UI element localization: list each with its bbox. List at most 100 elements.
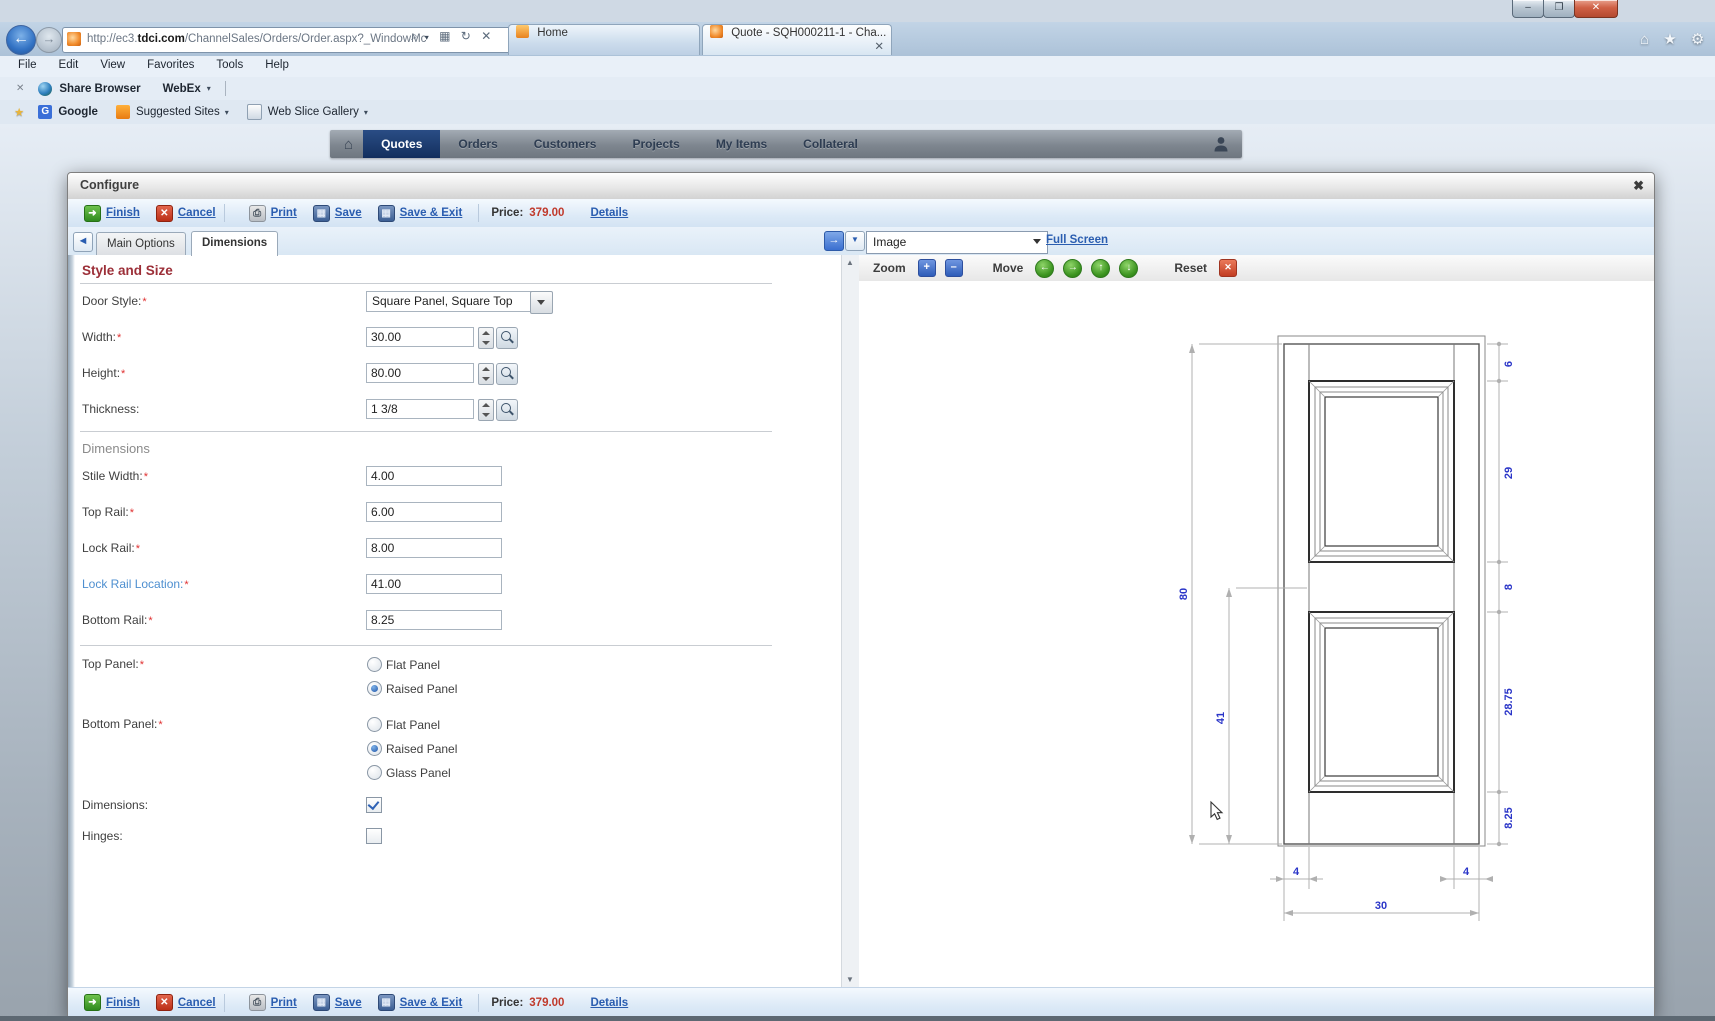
nav-item-collateral[interactable]: Collateral	[785, 130, 876, 158]
top-rail-input[interactable]	[366, 502, 502, 522]
dialog-close-icon[interactable]: ✖	[1633, 178, 1644, 194]
details-link[interactable]: Details	[590, 207, 628, 219]
reset-button[interactable]: ✕	[1219, 259, 1237, 277]
zoom-in-button[interactable]: +	[918, 259, 936, 277]
tab-back-icon[interactable]: ◄	[73, 232, 93, 252]
hinges-checkbox[interactable]	[366, 828, 382, 844]
height-input[interactable]	[366, 363, 474, 383]
bottom-panel-raised-radio[interactable]	[367, 741, 382, 756]
top-panel-flat-radio[interactable]	[367, 657, 382, 672]
tab-close-icon[interactable]: ✕	[874, 39, 884, 53]
print-button[interactable]: Print	[271, 207, 297, 219]
panel-dropdown-icon[interactable]: ▼	[845, 231, 865, 251]
search-icon[interactable]: ⌕	[411, 29, 418, 43]
cancel-button[interactable]: Cancel	[178, 207, 216, 219]
form-scrollbar[interactable]: ▲ ▼	[841, 255, 860, 987]
top-panel-raised-radio[interactable]	[367, 681, 382, 696]
panel-expand-icon[interactable]: →	[824, 231, 844, 251]
forward-button[interactable]: →	[36, 27, 62, 53]
stop-icon[interactable]: ✕	[481, 29, 491, 43]
view-mode-select[interactable]: Image	[866, 231, 1048, 254]
back-button[interactable]: ←	[6, 25, 36, 55]
user-profile-icon[interactable]	[1200, 130, 1242, 158]
thickness-input[interactable]	[366, 399, 474, 419]
tab-dimensions[interactable]: Dimensions	[191, 231, 278, 256]
finish-button-bottom[interactable]: Finish	[106, 997, 140, 1009]
search-dropdown-icon[interactable]: ▾	[425, 33, 429, 42]
compatibility-icon[interactable]: ▦	[439, 29, 450, 43]
height-label: Height:*	[82, 366, 125, 380]
menu-view[interactable]: View	[100, 59, 125, 71]
top-panel-raised-label[interactable]: Raised Panel	[386, 682, 457, 696]
bottom-panel-glass-label[interactable]: Glass Panel	[386, 766, 451, 780]
zoom-out-button[interactable]: –	[945, 259, 963, 277]
details-link-bottom[interactable]: Details	[590, 997, 628, 1009]
dimensions-checkbox[interactable]	[366, 797, 382, 813]
move-right-button[interactable]: →	[1063, 259, 1082, 278]
nav-home-icon[interactable]: ⌂	[330, 130, 363, 158]
tab-main-options[interactable]: Main Options	[96, 232, 186, 256]
finish-button[interactable]: Finish	[106, 207, 140, 219]
nav-item-customers[interactable]: Customers	[516, 130, 615, 158]
menu-tools[interactable]: Tools	[216, 59, 243, 71]
width-input[interactable]	[366, 327, 474, 347]
move-left-button[interactable]: ←	[1035, 259, 1054, 278]
save-exit-button[interactable]: Save & Exit	[400, 207, 463, 219]
scroll-up-icon[interactable]: ▲	[846, 258, 854, 267]
height-lookup-button[interactable]	[496, 363, 518, 385]
webex-button[interactable]: WebEx	[163, 83, 201, 95]
nav-item-my-items[interactable]: My Items	[698, 130, 785, 158]
window-minimize-button[interactable]: –	[1512, 0, 1544, 18]
lock-rail-location-input[interactable]	[366, 574, 502, 594]
thickness-spinner[interactable]	[478, 399, 494, 421]
favorite-suggested-sites[interactable]: Suggested Sites	[136, 106, 220, 118]
width-lookup-button[interactable]	[496, 327, 518, 349]
save-exit-button-bottom[interactable]: Save & Exit	[400, 997, 463, 1009]
bottom-panel-flat-radio[interactable]	[367, 717, 382, 732]
door-image-canvas[interactable]: 80 41 6 29 8 28.75 8.25 4 4 30	[859, 281, 1654, 987]
move-up-button[interactable]: ↑	[1091, 259, 1110, 278]
menu-file[interactable]: File	[18, 59, 37, 71]
width-spinner[interactable]	[478, 327, 494, 349]
save-button[interactable]: Save	[335, 207, 362, 219]
thickness-lookup-button[interactable]	[496, 399, 518, 421]
move-down-button[interactable]: ↓	[1119, 259, 1138, 278]
favorite-google[interactable]: Google	[58, 106, 98, 118]
refresh-icon[interactable]: ↻	[461, 29, 471, 43]
url-path: /ChannelSales/Orders/Order.aspx?_WindowM…	[185, 33, 427, 45]
favorites-star-icon[interactable]: ★	[1663, 31, 1676, 48]
favorite-web-slice-gallery[interactable]: Web Slice Gallery	[268, 106, 359, 118]
nav-item-orders[interactable]: Orders	[440, 130, 515, 158]
print-button-bottom[interactable]: Print	[271, 997, 297, 1009]
bottom-panel-flat-label[interactable]: Flat Panel	[386, 718, 440, 732]
bottom-panel-raised-label[interactable]: Raised Panel	[386, 742, 457, 756]
settings-gear-icon[interactable]: ⚙	[1691, 31, 1704, 48]
menu-edit[interactable]: Edit	[59, 59, 79, 71]
add-favorite-star-icon[interactable]: ★	[14, 105, 24, 119]
door-style-dropdown-button[interactable]	[530, 291, 553, 314]
lock-rail-location-label[interactable]: Lock Rail Location:*	[82, 577, 189, 591]
scroll-down-icon[interactable]: ▼	[846, 975, 854, 984]
menu-help[interactable]: Help	[265, 59, 289, 71]
top-panel-flat-label[interactable]: Flat Panel	[386, 658, 440, 672]
tab-home[interactable]: Home	[508, 24, 700, 55]
toolbar-close-icon[interactable]: ✕	[16, 83, 24, 94]
window-maximize-button[interactable]: ❐	[1543, 0, 1575, 18]
home-icon[interactable]: ⌂	[1640, 31, 1649, 48]
door-style-select[interactable]: Square Panel, Square Top	[366, 291, 536, 312]
bottom-panel-glass-radio[interactable]	[367, 765, 382, 780]
stile-width-input[interactable]	[366, 466, 502, 486]
height-spinner[interactable]	[478, 363, 494, 385]
full-screen-link[interactable]: Full Screen	[1046, 234, 1108, 246]
tab-quote[interactable]: Quote - SQH000211-1 - Cha... ✕	[702, 24, 892, 55]
bottom-rail-input[interactable]	[366, 610, 502, 630]
window-close-button[interactable]: ✕	[1574, 0, 1618, 18]
share-browser-button[interactable]: Share Browser	[59, 83, 140, 95]
nav-item-quotes[interactable]: Quotes	[363, 130, 440, 158]
cancel-button-bottom[interactable]: Cancel	[178, 997, 216, 1009]
save-button-bottom[interactable]: Save	[335, 997, 362, 1009]
webex-caret-icon[interactable]: ▾	[207, 84, 211, 93]
menu-favorites[interactable]: Favorites	[147, 59, 194, 71]
nav-item-projects[interactable]: Projects	[614, 130, 697, 158]
lock-rail-input[interactable]	[366, 538, 502, 558]
